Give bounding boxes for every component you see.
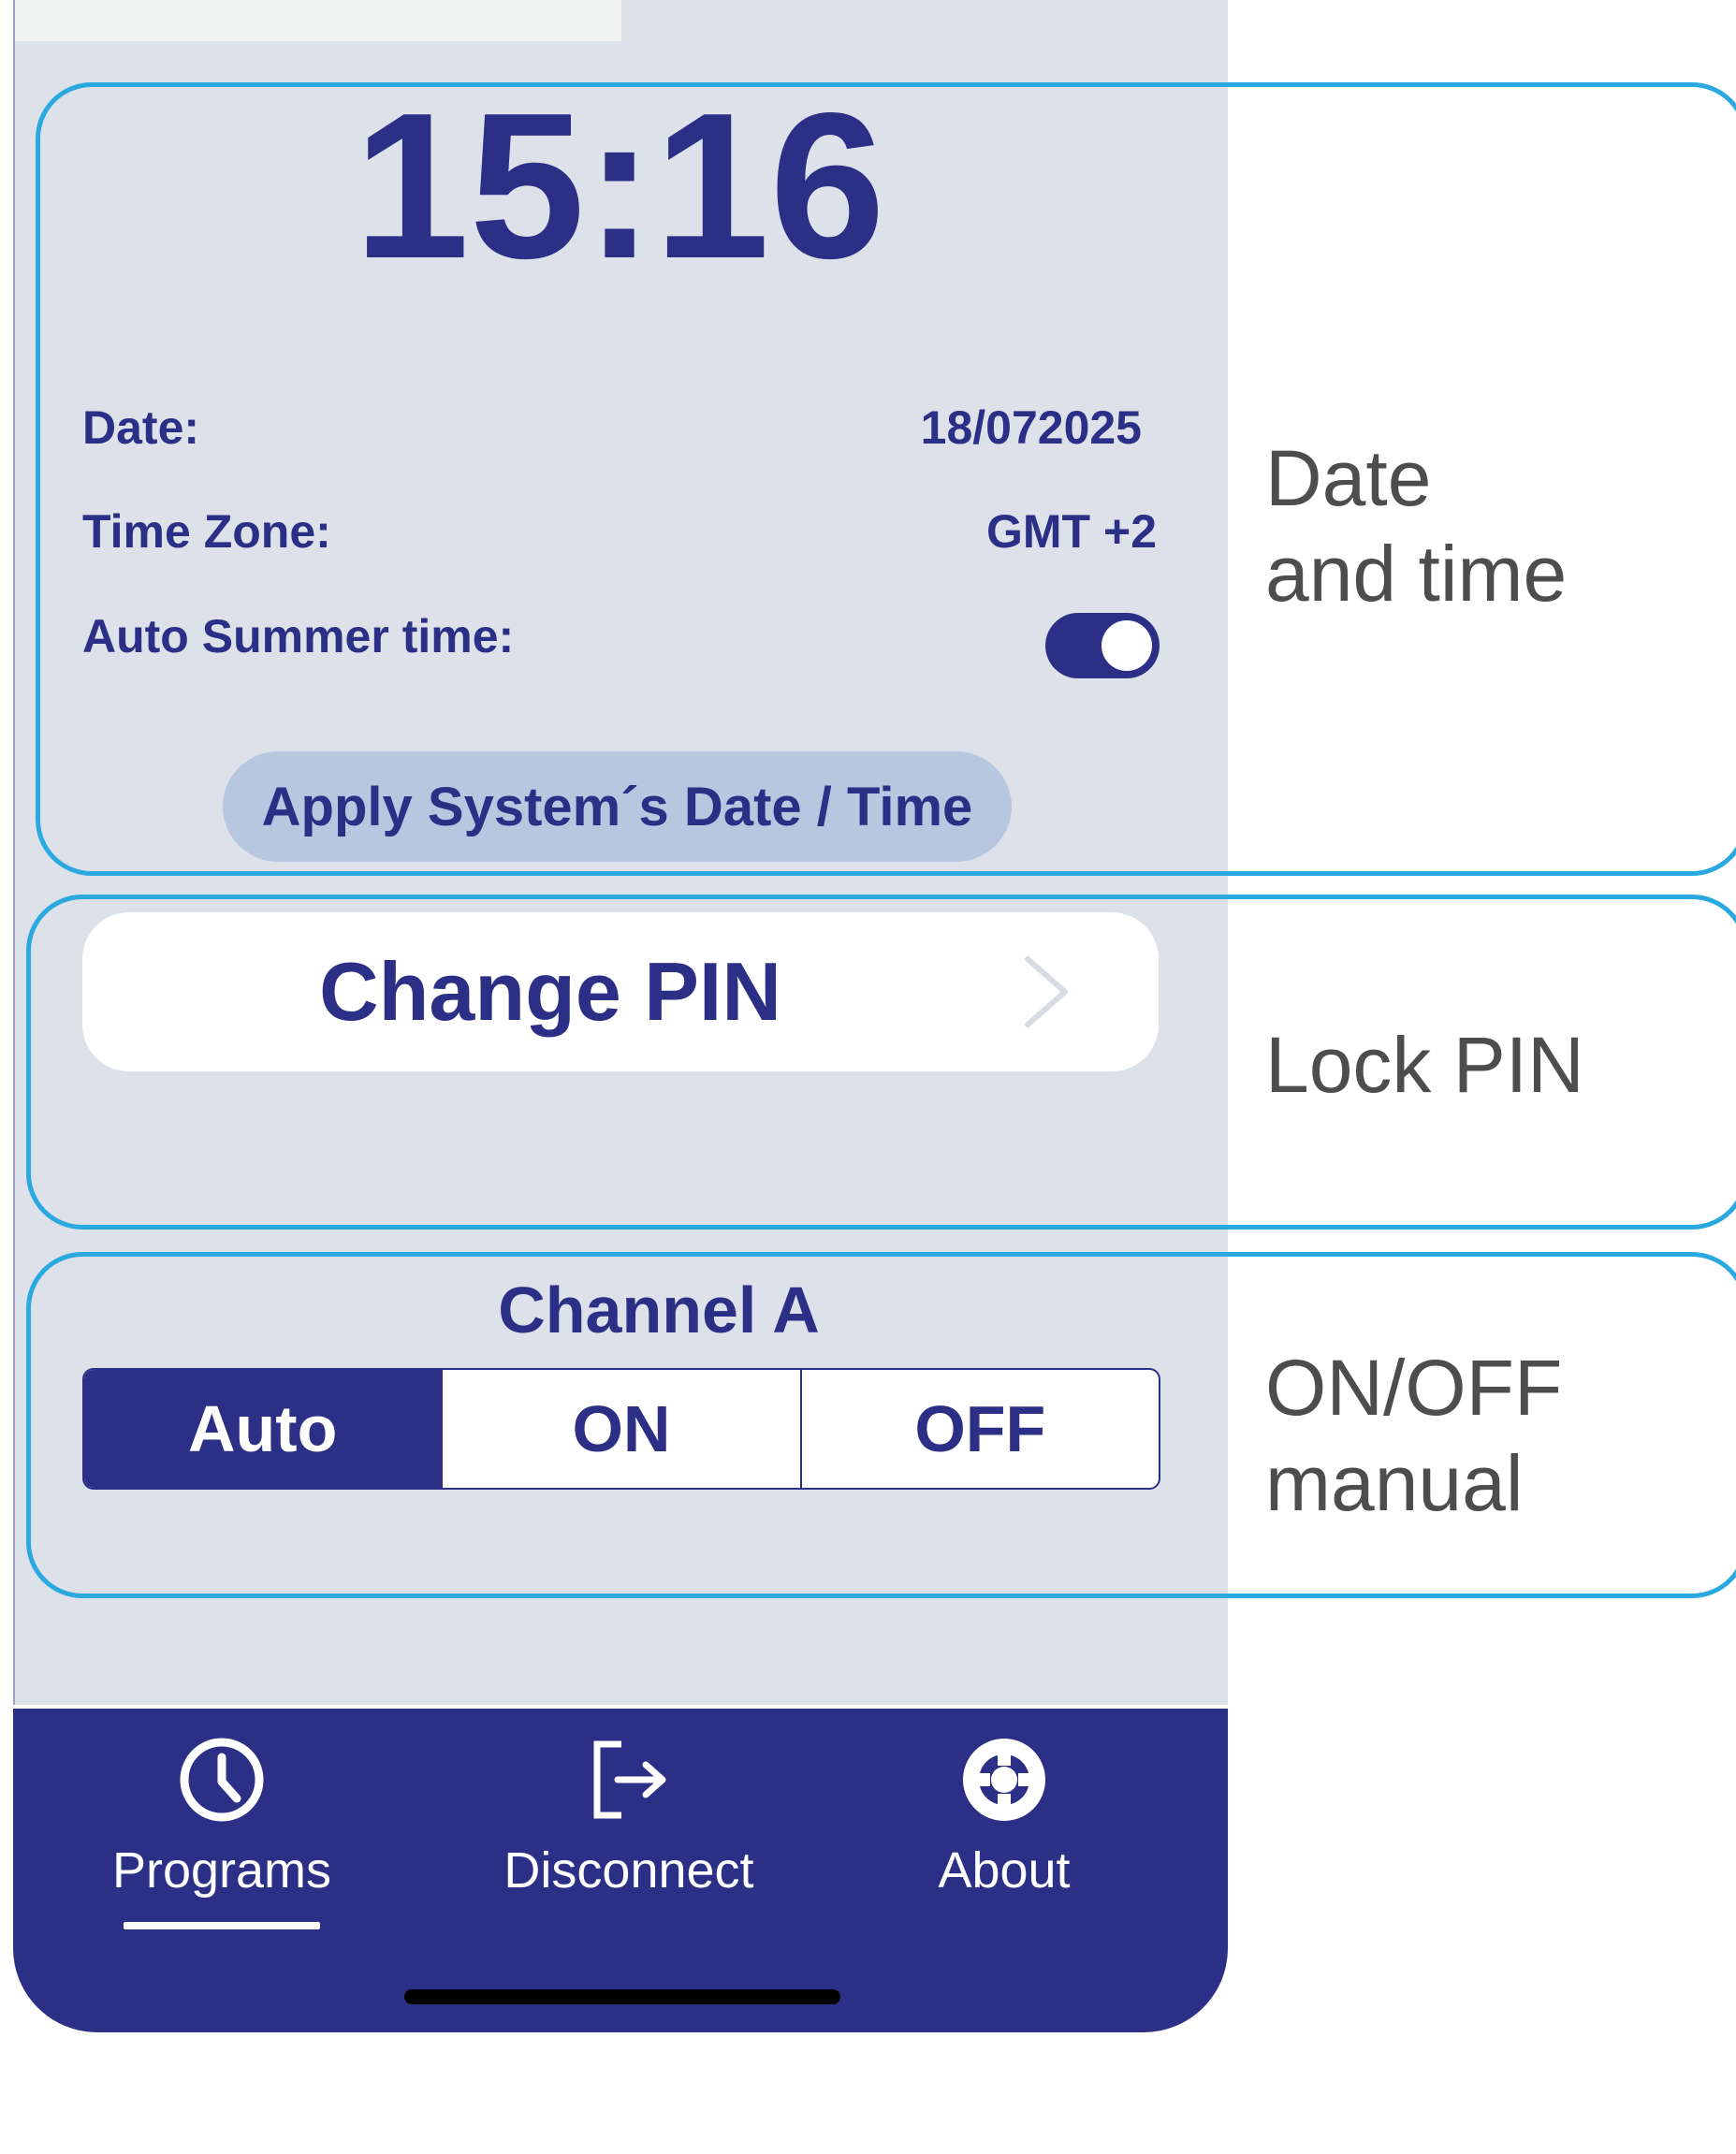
tab-disconnect[interactable]: Disconnect — [489, 1737, 769, 1899]
clock-icon — [180, 1738, 264, 1822]
logout-icon — [593, 1740, 666, 1819]
annotation-onoff: ON/OFF manual — [1265, 1340, 1562, 1532]
annotation-onoff-line2: manual — [1265, 1439, 1524, 1528]
active-tab-indicator — [124, 1922, 320, 1929]
tab-about[interactable]: About — [864, 1737, 1145, 1899]
status-bar-strip — [15, 0, 621, 41]
annotation-lock-pin: Lock PIN — [1265, 1021, 1584, 1109]
annotation-date-time-line2: and time — [1265, 530, 1568, 619]
tab-disconnect-label: Disconnect — [503, 1842, 754, 1899]
annotation-onoff-line1: ON/OFF — [1265, 1344, 1563, 1432]
tab-programs-label: Programs — [111, 1842, 332, 1899]
annotation-date-time: Date and time — [1265, 430, 1567, 622]
lifebuoy-icon — [963, 1739, 1045, 1821]
tab-about-label: About — [938, 1842, 1071, 1899]
home-indicator — [404, 1989, 840, 2004]
annotation-date-time-line1: Date — [1265, 434, 1432, 522]
tab-programs[interactable]: Programs — [81, 1737, 362, 1899]
bottom-tab-bar: Programs Disconnect About — [13, 1705, 1228, 2032]
